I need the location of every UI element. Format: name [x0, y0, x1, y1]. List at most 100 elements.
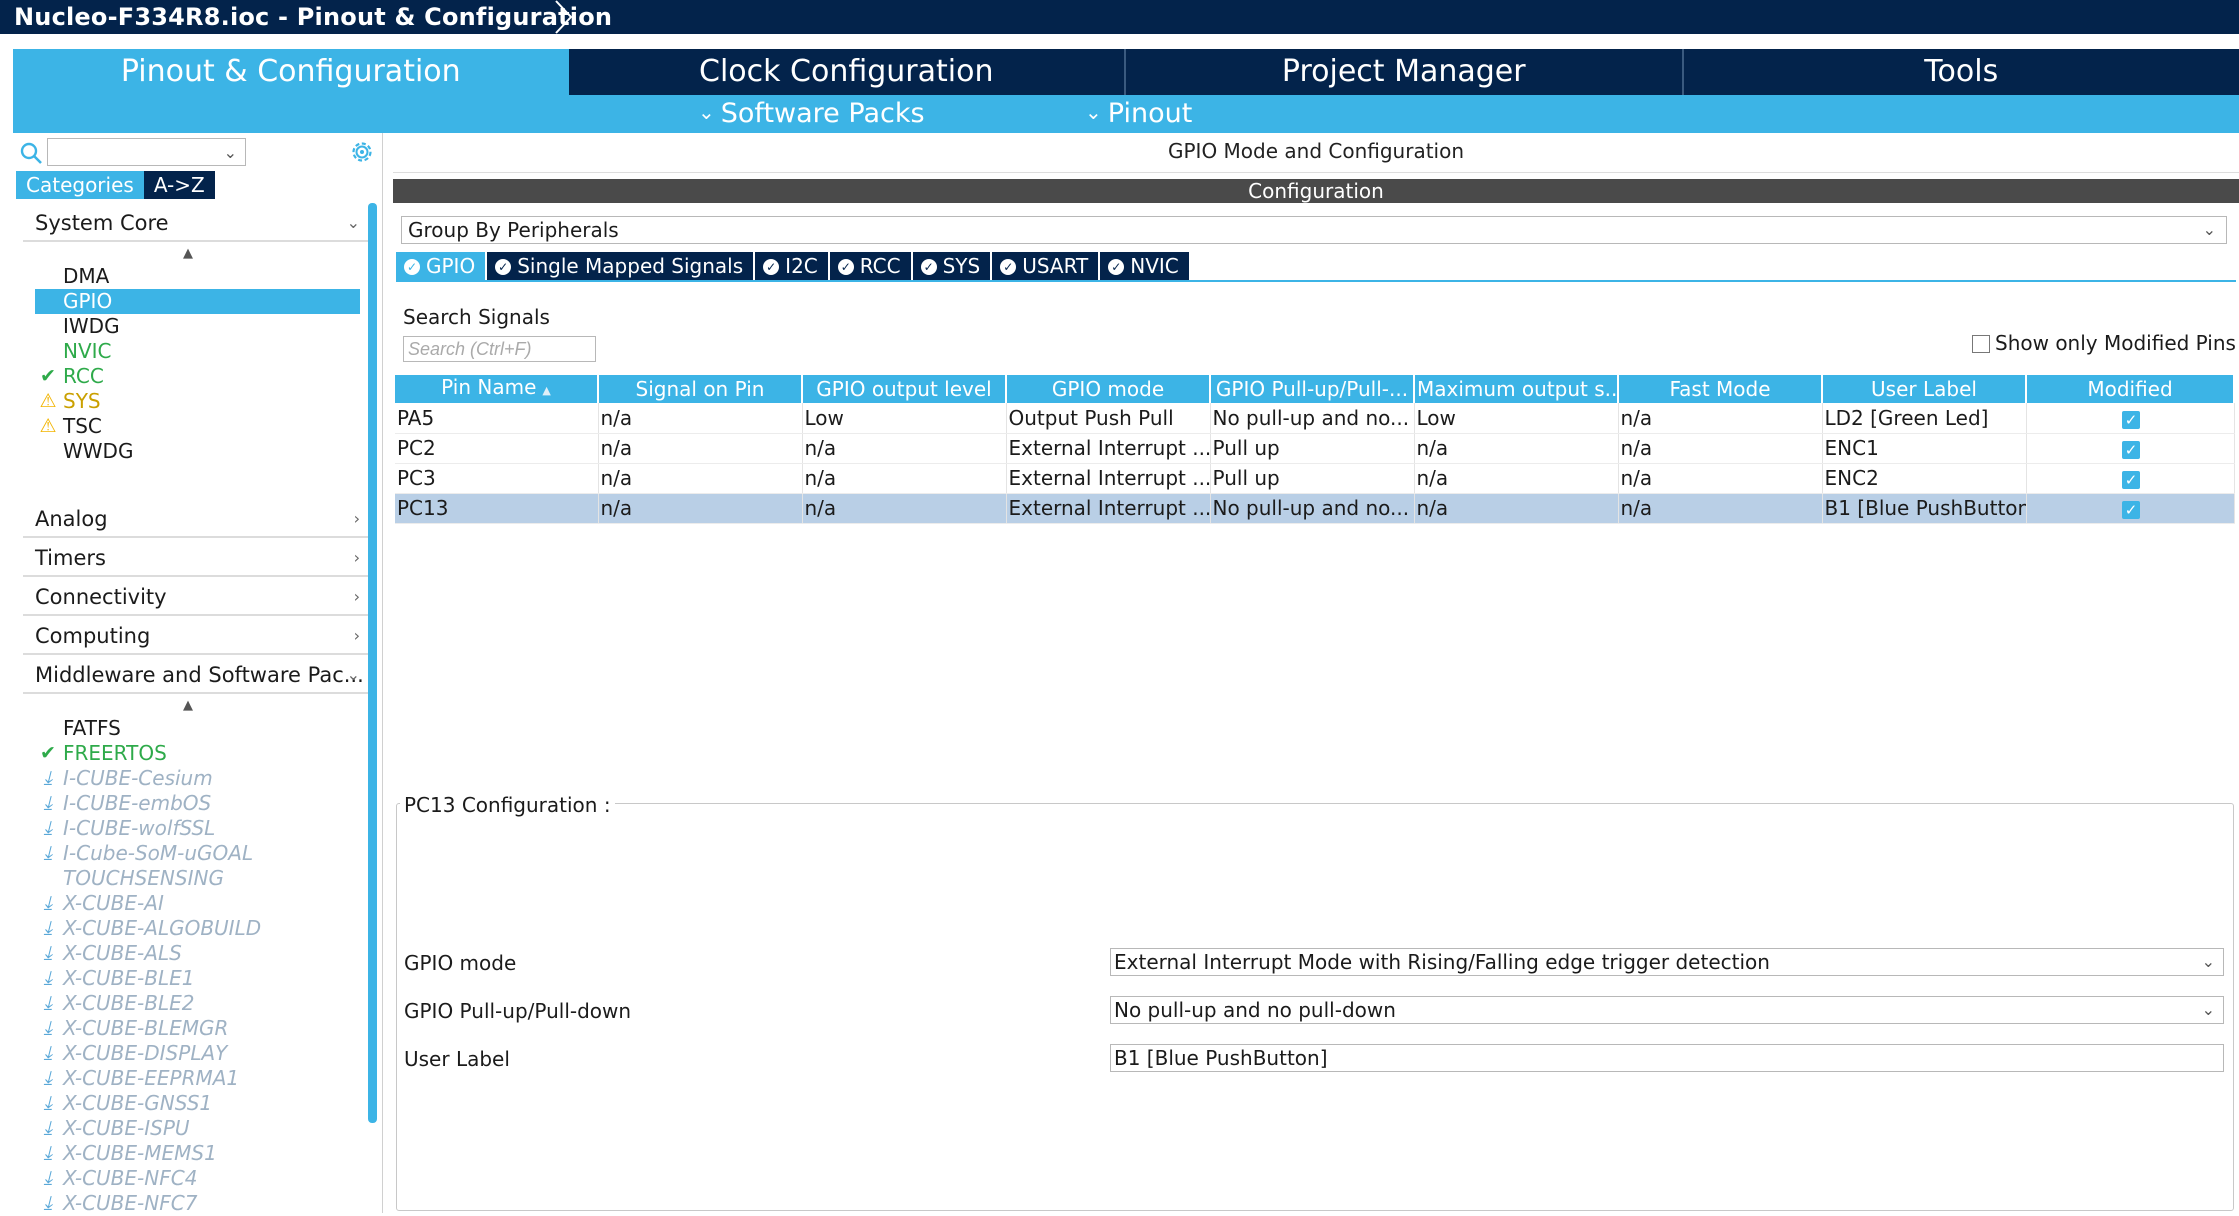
download-icon: ⤓ [43, 967, 53, 989]
column-header[interactable]: Maximum output s... [1414, 375, 1619, 403]
configuration-title: Configuration [393, 179, 2239, 203]
category-connectivity[interactable]: Connectivity › [23, 580, 368, 616]
tab-sys[interactable]: ✓ SYS [912, 252, 991, 280]
search-signals-label: Search Signals [403, 305, 550, 329]
table-row[interactable]: PC2 n/a n/a External Interrupt ... Pull … [395, 433, 2235, 464]
list-item-tsc[interactable]: ⚠ TSC [35, 414, 360, 439]
list-item-pack[interactable]: ⤓ X-CUBE-BLEMGR [35, 1016, 360, 1041]
table-header-row: Pin Name ▲ Signal on Pin GPIO output leve… [395, 375, 2235, 403]
peripheral-tabs: ✓ GPIO ✓ Single Mapped Signals ✓ I2C ✓ RCC ✓… [396, 252, 1191, 280]
component-search-combo[interactable]: ⌄ [47, 138, 246, 166]
table-cell: n/a [802, 463, 1007, 494]
item-label: NVIC [63, 339, 112, 363]
list-item-gpio[interactable]: GPIO [35, 289, 360, 314]
column-header-pin-name[interactable]: Pin Name ▲ [395, 375, 599, 403]
warning-icon: ⚠ [39, 415, 57, 437]
left-scrollbar[interactable] [368, 203, 377, 1123]
pinout-menu[interactable]: ⌄ Pinout [1085, 95, 1192, 133]
list-item-pack[interactable]: ⤓ I-CUBE-embOS [35, 791, 360, 816]
column-header[interactable]: Fast Mode [1618, 375, 1823, 403]
column-header[interactable]: GPIO mode [1006, 375, 1211, 403]
list-item-dma[interactable]: DMA [35, 264, 360, 289]
list-item-wwdg[interactable]: WWDG [35, 439, 360, 464]
gpio-pull-value: No pull-up and no pull-down [1114, 998, 1396, 1022]
user-label-input[interactable]: B1 [Blue PushButton] [1110, 1044, 2224, 1072]
search-signals-input[interactable] [403, 336, 596, 362]
gpio-pull-select[interactable]: No pull-up and no pull-down ⌄ [1110, 996, 2224, 1024]
category-analog[interactable]: Analog › [23, 502, 368, 538]
modified-checkbox[interactable]: ✓ [2122, 471, 2140, 489]
list-item-pack[interactable]: ⤓ X-CUBE-ALS [35, 941, 360, 966]
software-packs-menu[interactable]: ⌄ Software Packs [698, 95, 925, 133]
group-by-select[interactable]: Group By Peripherals ⌄ [401, 216, 2227, 244]
list-item-pack[interactable]: ⤓ X-CUBE-DISPLAY [35, 1041, 360, 1066]
user-label-label: User Label [404, 1047, 510, 1071]
table-row[interactable]: PA5 n/a Low Output Push Pull No pull-up … [395, 403, 2235, 434]
item-label: X-CUBE-AI [63, 891, 164, 915]
tab-single-mapped-signals[interactable]: ✓ Single Mapped Signals [487, 252, 754, 280]
gear-icon[interactable] [348, 138, 376, 166]
tab-pinout-configuration[interactable]: Pinout & Configuration [13, 49, 569, 95]
tab-tools[interactable]: Tools [1683, 49, 2239, 95]
category-computing[interactable]: Computing › [23, 619, 368, 655]
list-item-touchsensing[interactable]: TOUCHSENSING [35, 866, 360, 891]
modified-checkbox[interactable]: ✓ [2122, 501, 2140, 519]
item-label: I-CUBE-embOS [63, 791, 212, 815]
table-cell: External Interrupt ... [1006, 493, 1211, 524]
modified-checkbox[interactable]: ✓ [2122, 410, 2140, 429]
tab-usart[interactable]: ✓ USART [992, 252, 1099, 280]
tab-categories[interactable]: Categories [16, 171, 144, 199]
list-item-pack[interactable]: ⤓ I-CUBE-Cesium [35, 766, 360, 791]
list-item-pack[interactable]: ⤓ X-CUBE-MEMS1 [35, 1141, 360, 1166]
column-header[interactable]: User Label [1822, 375, 2027, 403]
list-item-pack[interactable]: ⤓ X-CUBE-ISPU [35, 1116, 360, 1141]
gpio-mode-select[interactable]: External Interrupt Mode with Rising/Fall… [1110, 948, 2224, 976]
table-row-selected[interactable]: PC13 n/a n/a External Interrupt ... No p… [395, 493, 2235, 524]
table-row[interactable]: PC3 n/a n/a External Interrupt ... Pull … [395, 463, 2235, 494]
list-item-pack[interactable]: ⤓ I-Cube-SoM-uGOAL [35, 841, 360, 866]
tab-clock-configuration[interactable]: Clock Configuration [568, 49, 1126, 95]
column-header[interactable]: GPIO output level [802, 375, 1007, 403]
list-item-pack[interactable]: ⤓ X-CUBE-BLE1 [35, 966, 360, 991]
tab-nvic[interactable]: ✓ NVIC [1100, 252, 1189, 280]
category-system-core[interactable]: System Core ⌄ [23, 206, 368, 242]
list-item-iwdg[interactable]: IWDG [35, 314, 360, 339]
list-item-pack[interactable]: ⤓ X-CUBE-BLE2 [35, 991, 360, 1016]
download-icon: ⤓ [43, 892, 53, 914]
list-item-pack[interactable]: ⤓ X-CUBE-GNSS1 [35, 1091, 360, 1116]
list-item-fatfs[interactable]: FATFS [35, 716, 360, 741]
list-item-pack[interactable]: ⤓ I-CUBE-wolfSSL [35, 816, 360, 841]
modified-cell: ✓ [2026, 493, 2235, 524]
table-cell: External Interrupt ... [1006, 433, 1211, 464]
list-item-nvic[interactable]: NVIC [35, 339, 360, 364]
list-item-pack[interactable]: ⤓ X-CUBE-NFC7 [35, 1191, 360, 1211]
table-cell: ENC1 [1822, 433, 2027, 464]
modified-checkbox[interactable]: ✓ [2122, 441, 2140, 459]
list-item-rcc[interactable]: ✔ RCC [35, 364, 360, 389]
category-timers[interactable]: Timers › [23, 541, 368, 577]
list-item-pack[interactable]: ⤓ X-CUBE-NFC4 [35, 1166, 360, 1191]
tab-gpio[interactable]: ✓ GPIO [396, 252, 486, 280]
tab-rcc[interactable]: ✓ RCC [829, 252, 911, 280]
list-item-pack[interactable]: ⤓ X-CUBE-ALGOBUILD [35, 916, 360, 941]
download-icon: ⤓ [43, 792, 53, 814]
download-icon: ⤓ [43, 942, 53, 964]
sort-up-icon[interactable]: ▲ [183, 698, 193, 713]
category-middleware[interactable]: Middleware and Software Pac... ⌄ [23, 658, 368, 694]
table-cell: n/a [1618, 433, 1823, 464]
item-label: TSC [63, 414, 102, 438]
column-header[interactable]: Modified [2026, 375, 2235, 403]
column-header[interactable]: Signal on Pin [598, 375, 803, 403]
download-icon: ⤓ [43, 992, 53, 1014]
list-item-pack[interactable]: ⤓ X-CUBE-AI [35, 891, 360, 916]
tab-i2c[interactable]: ✓ I2C [755, 252, 828, 280]
list-item-pack[interactable]: ⤓ X-CUBE-EEPRMA1 [35, 1066, 360, 1091]
tab-project-manager[interactable]: Project Manager [1126, 49, 1684, 95]
list-item-freertos[interactable]: ✔ FREERTOS [35, 741, 360, 766]
sort-up-icon[interactable]: ▲ [183, 246, 193, 261]
column-header[interactable]: GPIO Pull-up/Pull-... [1210, 375, 1415, 403]
tab-a-to-z[interactable]: A->Z [143, 171, 215, 199]
list-item-sys[interactable]: ⚠ SYS [35, 389, 360, 414]
table-cell: n/a [1618, 493, 1823, 524]
show-modified-checkbox[interactable] [1972, 335, 1990, 353]
